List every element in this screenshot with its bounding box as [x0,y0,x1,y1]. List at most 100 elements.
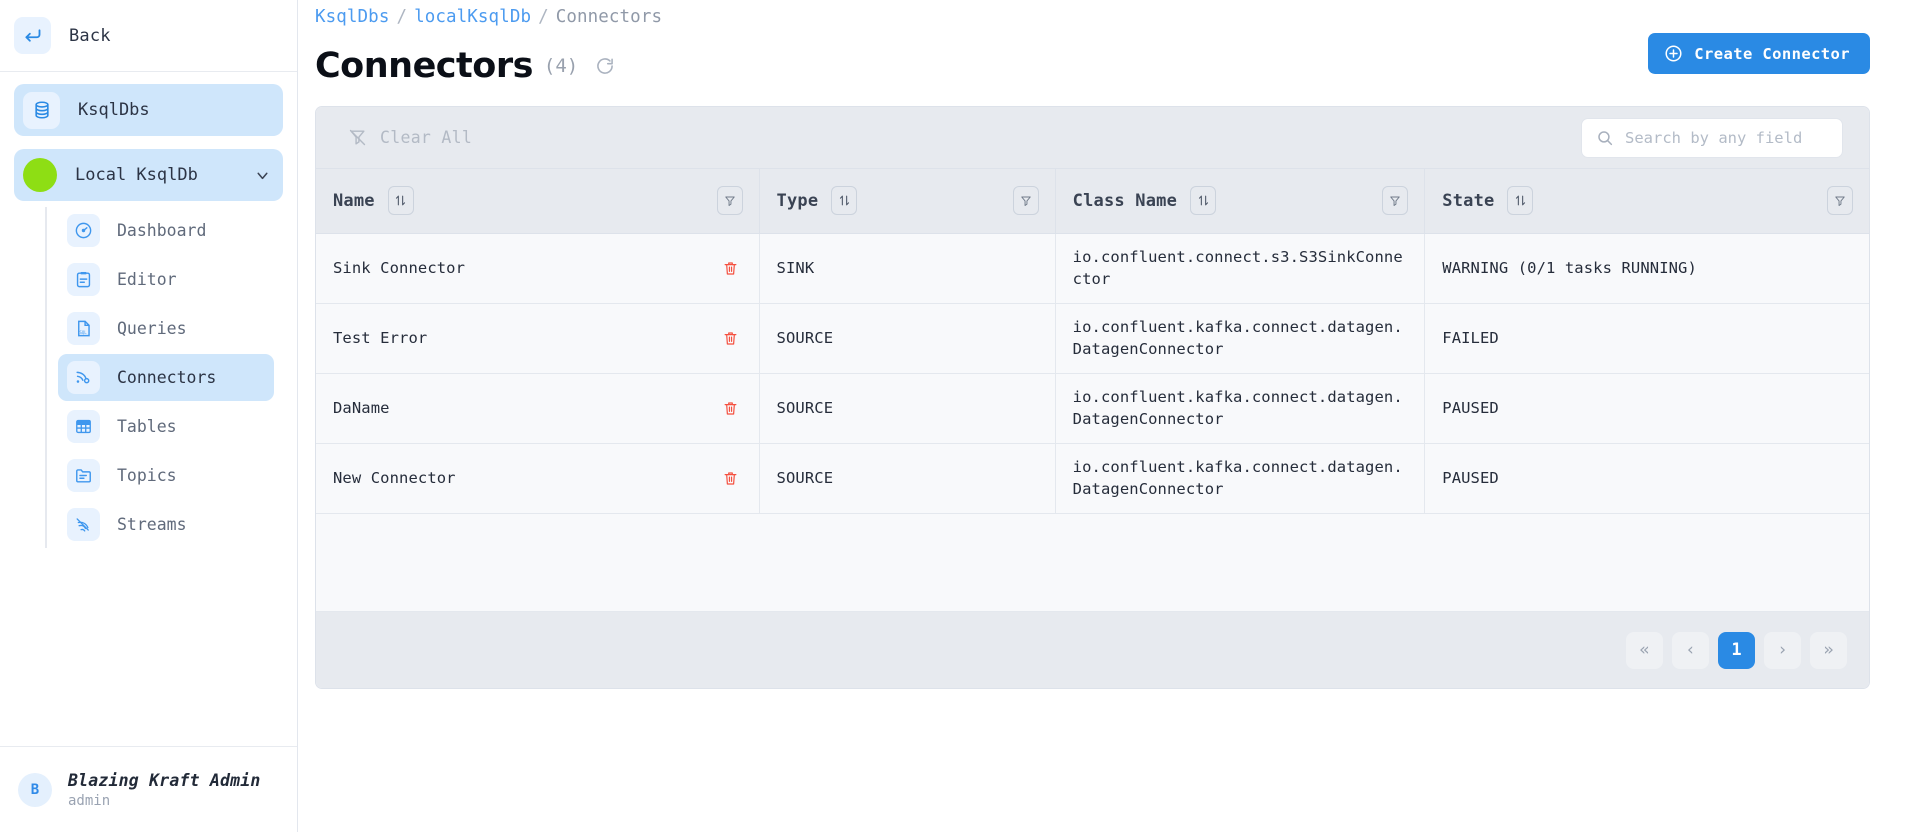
connector-name: New Connector [333,469,456,487]
table-header-row: Name Type Class Name State [316,169,1869,234]
svg-text:SQL: SQL [80,330,88,335]
sidebar-item-label: Editor [117,270,177,289]
connector-name: Test Error [333,329,428,347]
filter-icon-state[interactable] [1827,186,1853,216]
chevron-down-icon [254,167,271,184]
clear-all-button[interactable]: Clear All [348,128,472,147]
table-row[interactable]: DaName SOURCE io.confluent.kafka.connect… [316,373,1869,444]
main-content: KsqlDbs / localKsqlDb / Connectors Conne… [298,0,1915,832]
column-label: Class Name [1072,190,1178,211]
breadcrumb-separator: / [538,7,549,27]
cell-state: PAUSED [1424,373,1869,444]
sidebar-item-label: Tables [117,417,177,436]
column-header-name: Name [316,169,760,234]
create-connector-button[interactable]: Create Connector [1648,33,1870,74]
cell-state: FAILED [1424,303,1869,374]
column-label: State [1442,190,1495,211]
connectors-table-card: Clear All Name [315,106,1870,689]
sidebar-item-label: Queries [117,319,187,338]
page-title: Connectors [315,46,533,86]
trash-icon[interactable] [722,470,739,487]
user-info: Blazing Kraft Admin admin [68,771,261,809]
sidebar-item-label: Topics [117,466,177,485]
sidebar-cluster-selector[interactable]: Local KsqlDb [14,149,283,201]
sidebar-item-editor[interactable]: Editor [58,256,274,303]
cell-type: SOURCE [759,443,1056,514]
table-empty-space [316,513,1869,612]
connector-name: DaName [333,399,390,417]
filter-icon-type[interactable] [1012,186,1039,216]
avatar: B [18,772,52,807]
sidebar-item-label: Dashboard [117,221,207,240]
item-count: (4) [543,55,579,77]
pagination-first[interactable]: « [1626,631,1663,669]
back-button[interactable]: Back [0,0,297,72]
sidebar-item-dashboard[interactable]: Dashboard [58,207,274,254]
table-row[interactable]: Sink Connector SINK io.confluent.connect… [316,233,1869,304]
breadcrumb: KsqlDbs / localKsqlDb / Connectors [315,0,1870,27]
clipboard-icon [67,263,100,296]
filter-icon-name[interactable] [716,186,743,216]
trash-icon[interactable] [722,330,739,347]
filter-icon-class-name[interactable] [1382,186,1409,216]
trash-icon[interactable] [722,400,739,417]
pagination-last[interactable]: » [1810,631,1847,669]
sidebar-item-ksqldbs[interactable]: KsqlDbs [14,84,283,136]
sidebar-item-queries[interactable]: SQL Queries [58,305,274,352]
filter-off-icon [348,128,367,147]
cell-name: Sink Connector [316,233,760,304]
back-label: Back [69,25,111,46]
pagination: « ‹ 1 › » [316,612,1869,688]
sort-icon-name[interactable] [387,186,414,216]
connectors-table: Name Type Class Name State Sink Connecto… [316,169,1869,514]
refresh-icon[interactable] [595,56,615,76]
sidebar-item-topics[interactable]: Topics [58,452,274,499]
page-header: Connectors (4) [315,41,1870,91]
table-row[interactable]: New Connector SOURCE io.confluent.kafka.… [316,443,1869,514]
sidebar-item-label: Connectors [117,368,217,387]
sidebar-subnav: Dashboard Editor SQL Queries Connectors … [45,207,283,548]
table-row[interactable]: Test Error SOURCE io.confluent.kafka.con… [316,303,1869,374]
column-header-state: State [1424,169,1869,234]
column-header-type: Type [759,169,1056,234]
cluster-name-label: Local KsqlDb [75,165,198,185]
column-header-class-name: Class Name [1055,169,1426,234]
breadcrumb-link-ksqldbs[interactable]: KsqlDbs [315,7,389,27]
sql-file-icon: SQL [67,312,100,345]
table-grid-icon [67,410,100,443]
connector-icon [67,361,100,394]
sidebar: Back KsqlDbs Local KsqlDb Dashboard Edit… [0,0,298,832]
sidebar-item-tables[interactable]: Tables [58,403,274,450]
sidebar-item-label: Streams [117,515,187,534]
trash-icon[interactable] [722,260,739,277]
cell-name: DaName [316,373,760,444]
table-head: Name Type Class Name State [316,169,1869,234]
column-label: Type [776,190,819,211]
cell-class-name: io.confluent.connect.s3.S3SinkConnector [1055,233,1426,304]
cell-name: Test Error [316,303,760,374]
cell-class-name: io.confluent.kafka.connect.datagen.Datag… [1055,373,1426,444]
database-icon [23,91,60,129]
gauge-icon [67,214,100,247]
sidebar-item-connectors[interactable]: Connectors [58,354,274,401]
app-root: Back KsqlDbs Local KsqlDb Dashboard Edit… [0,0,1915,832]
user-role: admin [68,792,111,809]
table-body: Sink Connector SINK io.confluent.connect… [316,233,1869,514]
cluster-status-dot [23,158,57,192]
sort-icon-type[interactable] [831,186,858,216]
cell-state: WARNING (0/1 tasks RUNNING) [1424,233,1869,304]
sidebar-nav: KsqlDbs Local KsqlDb Dashboard Editor SQ… [0,72,297,550]
search-input[interactable] [1625,128,1828,147]
pagination-prev[interactable]: ‹ [1672,631,1709,669]
sort-icon-class-name[interactable] [1190,186,1217,216]
pagination-next[interactable]: › [1764,631,1801,669]
cell-class-name: io.confluent.kafka.connect.datagen.Datag… [1055,303,1426,374]
pagination-page-1[interactable]: 1 [1718,631,1755,669]
sort-icon-state[interactable] [1507,186,1534,216]
user-profile[interactable]: B Blazing Kraft Admin admin [0,746,297,832]
breadcrumb-current: Connectors [555,7,663,27]
breadcrumb-link-localksqldb[interactable]: localKsqlDb [414,7,531,27]
search-box[interactable] [1581,117,1843,158]
sidebar-item-streams[interactable]: Streams [58,501,274,548]
